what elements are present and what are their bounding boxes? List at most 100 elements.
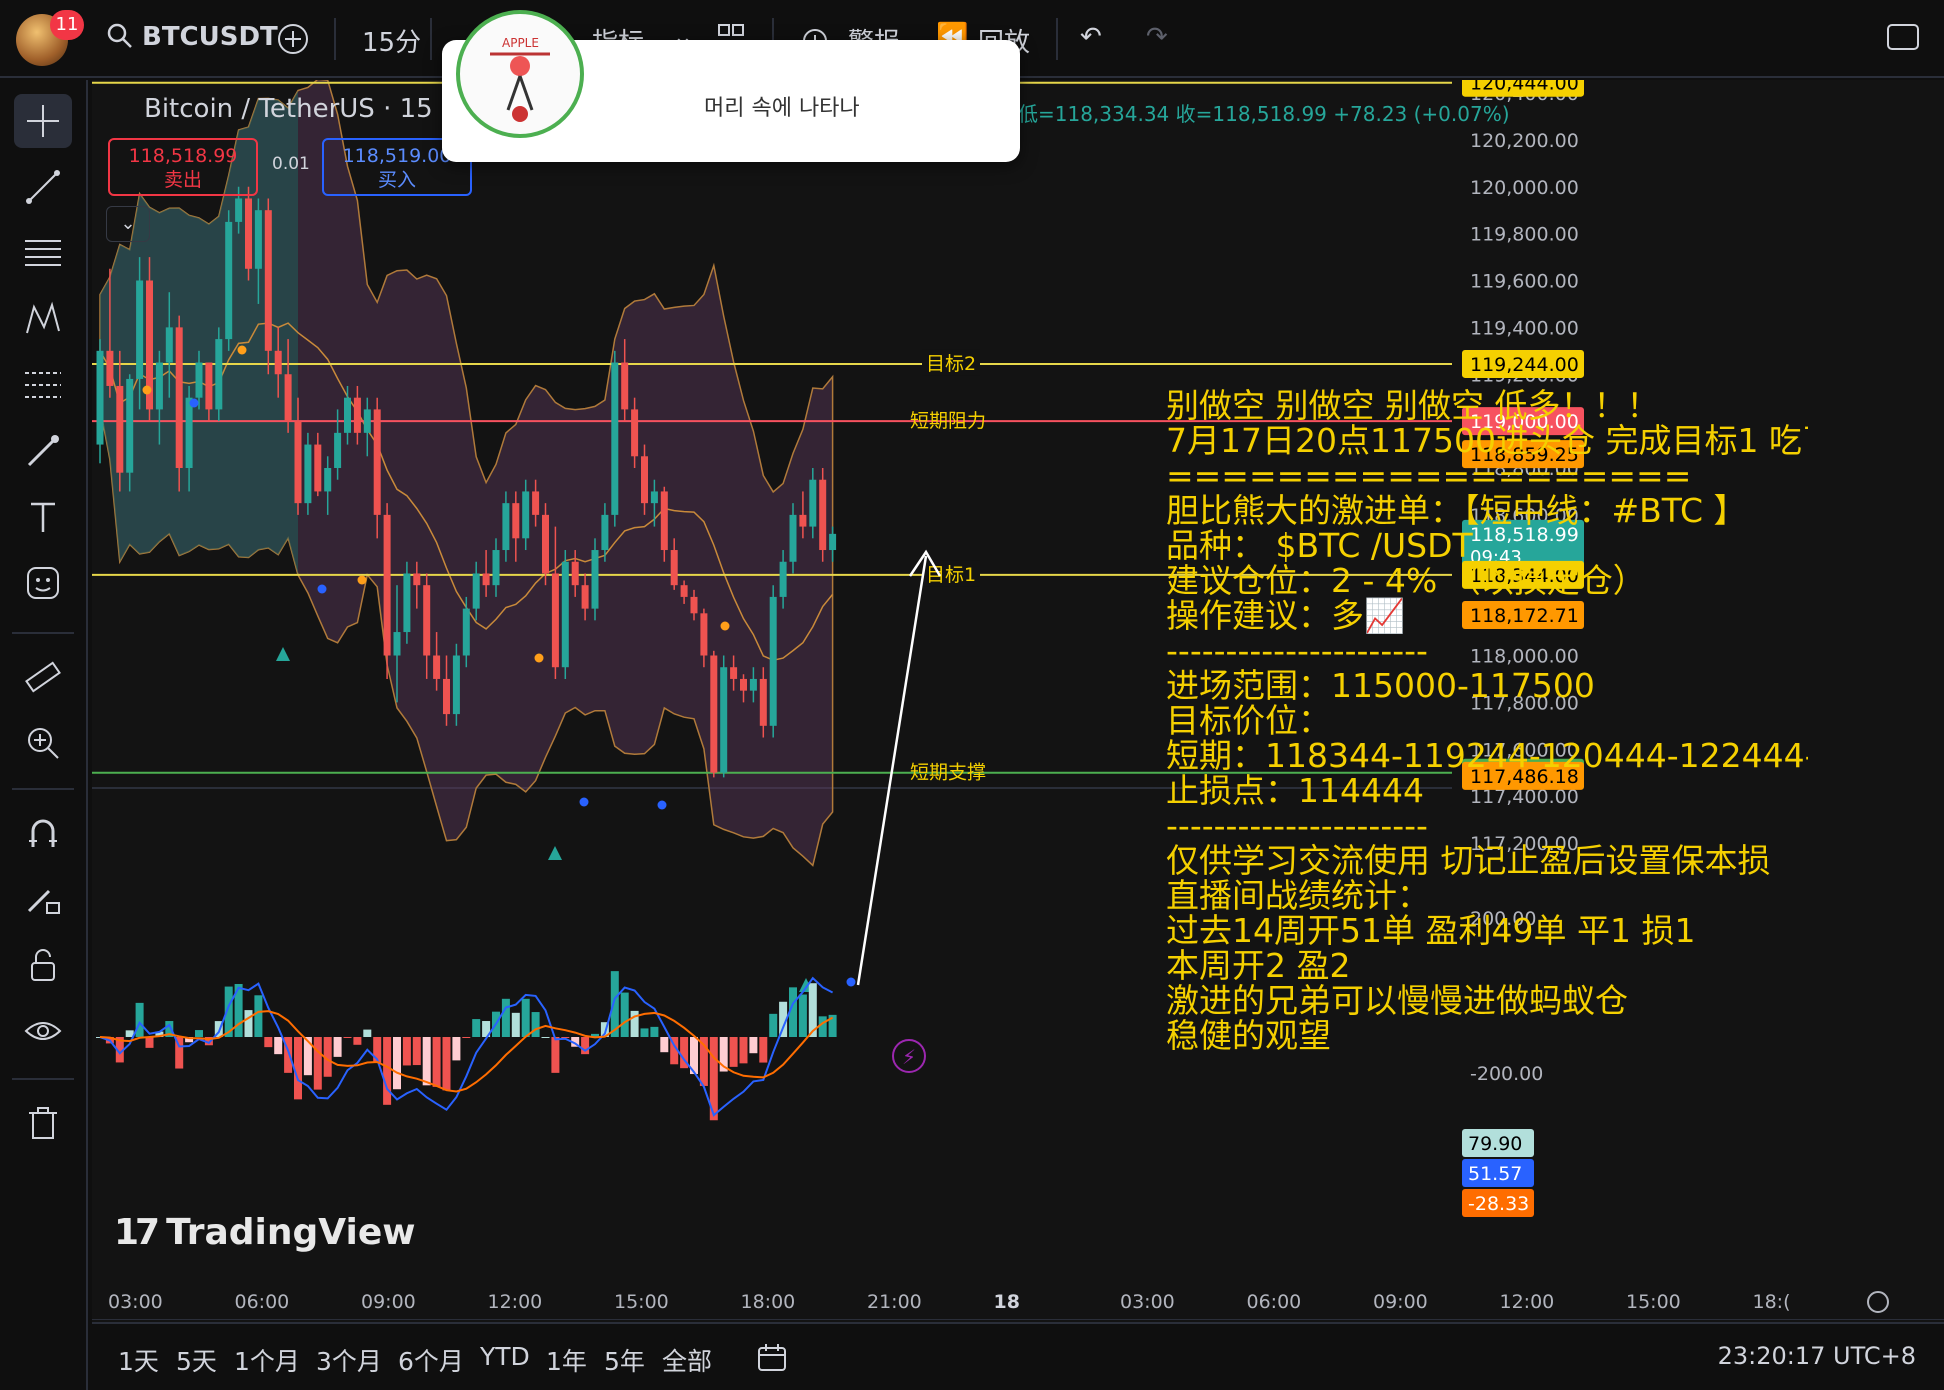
macd-histogram-bar — [650, 1026, 659, 1037]
text-tool-icon[interactable] — [14, 490, 72, 544]
candle-body — [294, 421, 302, 504]
magnet-icon[interactable] — [14, 806, 72, 860]
candle-body — [492, 550, 500, 586]
candle-body — [304, 444, 312, 504]
macd-histogram-bar — [254, 995, 263, 1037]
macd-histogram-bar — [264, 1037, 273, 1048]
signal-triangle — [548, 846, 562, 860]
zoom-in-icon[interactable] — [14, 716, 72, 770]
candle-body — [462, 608, 470, 656]
toolbar-divider — [334, 18, 336, 60]
symbol-search-button[interactable]: BTCUSDT — [142, 22, 278, 52]
range-button[interactable]: 5天 — [176, 1342, 217, 1378]
candle-body — [245, 198, 252, 269]
range-button[interactable]: 1年 — [546, 1342, 587, 1378]
sell-button[interactable]: 118,518.99 卖出 — [108, 138, 258, 196]
candle-body — [363, 409, 371, 433]
price-label-text: 118,859.25 — [1470, 444, 1579, 466]
chart-area[interactable]: 目标2目标1短期阻力短期支撑⚡ 120,400.00120,200.00120,… — [92, 80, 1944, 1390]
macd-histogram-bar — [769, 1013, 778, 1037]
resistance-label: 短期阻力 — [910, 410, 986, 432]
notification-popup[interactable]: APPLE 머리 속에 나타나 — [442, 10, 1020, 162]
target2-label: 目标2 — [926, 353, 976, 375]
signal-dot — [189, 398, 199, 408]
range-button[interactable]: 全部 — [662, 1342, 712, 1378]
signal-dot — [142, 385, 152, 395]
fullscreen-icon[interactable] — [1886, 22, 1920, 59]
trash-icon[interactable] — [14, 1096, 72, 1150]
candle-body — [819, 479, 827, 551]
emoji-sticker-icon[interactable] — [14, 556, 72, 610]
candle-body — [215, 339, 223, 410]
candle-body — [452, 655, 460, 715]
interval-button[interactable]: 15分 — [362, 22, 421, 59]
unlock-icon[interactable] — [14, 938, 72, 992]
time-tick-label: 21:00 — [867, 1291, 922, 1313]
signal-dot — [357, 575, 367, 585]
candle-body — [700, 613, 708, 656]
crosshair-icon[interactable] — [14, 94, 72, 148]
candle-body — [254, 210, 262, 269]
candle-body — [829, 533, 837, 551]
time-tick-label: 12:00 — [1500, 1291, 1555, 1313]
macd-histogram-bar — [412, 1037, 421, 1066]
macd-histogram-bar — [660, 1037, 669, 1053]
ohlc-values: 低=118,334.34 收=118,518.99 +78.23 (+0.07%… — [1018, 102, 1510, 126]
candle-body — [670, 550, 678, 586]
price-tick-label: 119,400.00 — [1470, 317, 1579, 339]
range-button[interactable]: 1个月 — [234, 1342, 300, 1378]
collapse-legend-button[interactable]: ⌄ — [106, 206, 150, 242]
candle-body — [205, 362, 213, 410]
ruler-measure-icon[interactable] — [14, 650, 72, 704]
candle-body — [334, 432, 342, 468]
search-icon[interactable] — [106, 22, 134, 57]
pattern-tool-icon[interactable] — [14, 292, 72, 346]
macd-histogram-bar — [393, 1037, 401, 1090]
candle-body — [551, 573, 559, 668]
tradingview-logo-icon: 17 — [114, 1212, 160, 1253]
undo-icon[interactable]: ↶ — [1080, 22, 1102, 52]
candle-body — [116, 385, 124, 473]
candle-body — [542, 514, 549, 574]
time-tick-label: 06:00 — [235, 1291, 290, 1313]
range-button[interactable]: 6个月 — [398, 1342, 464, 1378]
utc-clock[interactable]: 23:20:17 UTC+8 — [1718, 1342, 1916, 1370]
horizontal-lines-icon[interactable] — [14, 226, 72, 280]
candle-body — [195, 362, 203, 398]
price-label-text: 119,244.00 — [1470, 354, 1579, 376]
compare-add-icon[interactable] — [276, 22, 310, 63]
candle-body — [324, 468, 332, 492]
candle-body — [532, 491, 540, 515]
price-chart[interactable]: 目标2目标1短期阻力短期支撑⚡ 120,400.00120,200.00120,… — [92, 80, 1944, 1320]
lock-drawing-icon[interactable] — [14, 872, 72, 926]
macd-tick-label: 200.00 — [1470, 908, 1536, 930]
candle-body — [423, 585, 431, 656]
redo-icon[interactable]: ↷ — [1146, 22, 1168, 52]
fib-retracement-icon[interactable] — [14, 358, 72, 412]
candle-body — [660, 491, 668, 551]
symbol-legend-title[interactable]: Bitcoin / TetherUS · 15 · — [144, 94, 449, 124]
sell-label: 卖出 — [163, 169, 202, 191]
trend-line-icon[interactable] — [14, 160, 72, 214]
signal-dot — [846, 977, 856, 987]
time-tick-label: 18:00 — [741, 1291, 796, 1313]
range-button[interactable]: 5年 — [604, 1342, 645, 1378]
candle-body — [96, 350, 104, 445]
price-label-text: 118,344.00 — [1470, 565, 1579, 587]
macd-histogram-bar — [343, 1037, 352, 1038]
date-range-calendar-icon[interactable] — [756, 1342, 790, 1380]
price-label-text: 120,444.00 — [1470, 80, 1579, 95]
range-button[interactable]: YTD — [480, 1342, 530, 1371]
range-button[interactable]: 1天 — [118, 1342, 159, 1378]
macd-histogram-bar — [749, 1037, 758, 1054]
candle-body — [650, 491, 658, 504]
price-tick-label: 120,200.00 — [1470, 130, 1579, 152]
macd-value-text: 79.90 — [1468, 1133, 1522, 1155]
candle-body — [225, 221, 233, 340]
eye-visibility-icon[interactable] — [14, 1004, 72, 1058]
candle-body — [482, 573, 490, 586]
candle-body — [106, 350, 114, 386]
signal-dot — [657, 800, 667, 810]
range-button[interactable]: 3个月 — [316, 1342, 382, 1378]
brush-icon[interactable] — [14, 424, 72, 478]
